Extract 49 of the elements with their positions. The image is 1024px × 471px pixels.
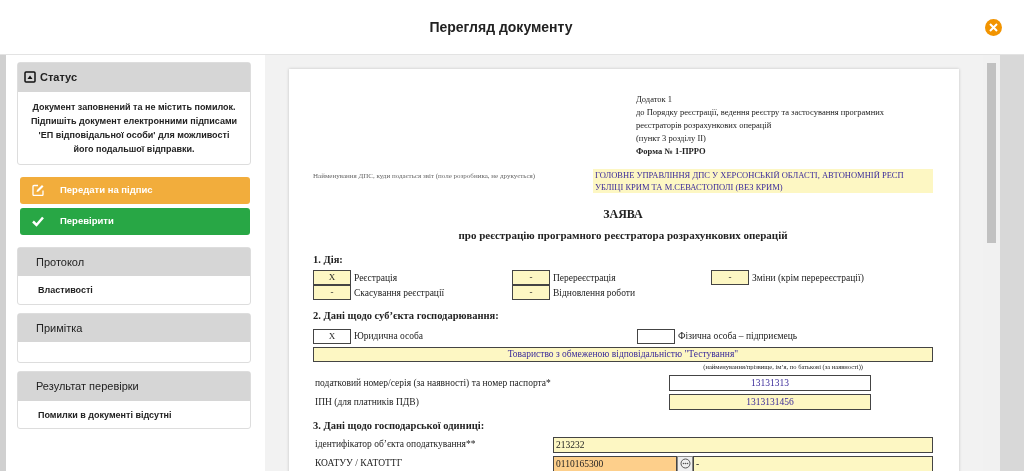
checkbox-field[interactable]: [637, 329, 675, 344]
window-title: Перегляд документу: [429, 18, 573, 36]
option-label: Скасування реєстрації: [354, 286, 445, 300]
panel-title: Протокол: [18, 247, 250, 276]
status-message: Документ заповнений та не містить помилок. Підпишіть документ електронними підписами 'ЕП відповідальної особи' для можливості його подальшої відправки.: [29, 100, 239, 156]
panel-title: Статус: [40, 70, 78, 85]
header-line: (пункт 3 розділу ІІ): [636, 132, 707, 145]
option-label: Відновлення роботи: [553, 286, 636, 300]
input-field[interactable]: -: [693, 455, 933, 471]
panel-text: Помилки в документі відсутні: [38, 409, 172, 420]
section-title: 2. Дані щодо суб’єкта господарювання:: [313, 309, 500, 324]
lookup-button[interactable]: [677, 455, 693, 471]
panel-title: Примітка: [18, 313, 250, 342]
document-heading: ЗАЯВА: [602, 206, 644, 223]
check-icon: [32, 215, 44, 227]
tax-office-field[interactable]: ГОЛОВНЕ УПРАВЛІННЯ ДПС У ХЕРСОНСЬКІЙ ОБЛАСТІ, АВТОНОМНІЙ РЕСП УБЛІЦІ КРИМ ТА М.СЕВАСТОПОЛІ (ВЕЗ КРИМ): [593, 169, 933, 193]
option-label: Фізична особа – підприємець: [678, 330, 798, 344]
scrollbar[interactable]: [983, 55, 1000, 471]
option-label: Перереєстрація: [553, 271, 616, 285]
field-label: податковий номер/серія (за наявності) та номер паспорта*: [314, 376, 552, 390]
checkbox-field[interactable]: -: [313, 285, 351, 301]
input-field[interactable]: 213232: [553, 436, 933, 453]
option-label: Зміни (крім перереєстрації): [752, 271, 864, 285]
name-field[interactable]: Товариство з обмеженою відповідальністю "Тестування": [313, 347, 933, 362]
header-line: до Порядку реєстрації, ведення реєстру та застосування програмних: [636, 106, 886, 119]
checkbox-field[interactable]: Х: [313, 329, 351, 344]
collapse-icon[interactable]: [24, 71, 36, 84]
input-field[interactable]: 13131313: [669, 374, 871, 391]
form-name: Форма № 1-ПРРО: [636, 145, 707, 158]
option-label: Юридична особа: [354, 330, 423, 344]
panel-title: Результат перевірки: [18, 372, 250, 401]
section-title: 3. Дані щодо господарської одиниці:: [313, 418, 486, 433]
input-field[interactable]: 1313131456: [669, 393, 871, 410]
code-field[interactable]: 0110165300: [553, 455, 677, 471]
panel-text: Властивості: [38, 285, 93, 295]
checkbox-field[interactable]: -: [512, 285, 550, 301]
field-label: ІПН (для платників ПДВ): [314, 395, 420, 409]
header-line: реєстраторів розрахункових операцій: [636, 119, 773, 132]
document-subheading: про реєстрацію програмного реєстратора розрахункових операцій: [457, 228, 789, 243]
field-label: КОАТУУ / КАТОТТГ: [314, 457, 404, 471]
field-label: ідентифікатор об’єкта оподаткування**: [314, 438, 477, 452]
section-title: 1. Дія:: [313, 252, 344, 267]
checkbox-field[interactable]: Х: [313, 270, 351, 286]
checkbox-field[interactable]: -: [711, 270, 749, 286]
header-line: Додаток 1: [636, 93, 674, 106]
checkbox-field[interactable]: -: [512, 270, 550, 286]
option-label: Реєстрація: [354, 271, 397, 285]
edit-icon: [32, 184, 44, 196]
close-icon: [989, 22, 998, 32]
